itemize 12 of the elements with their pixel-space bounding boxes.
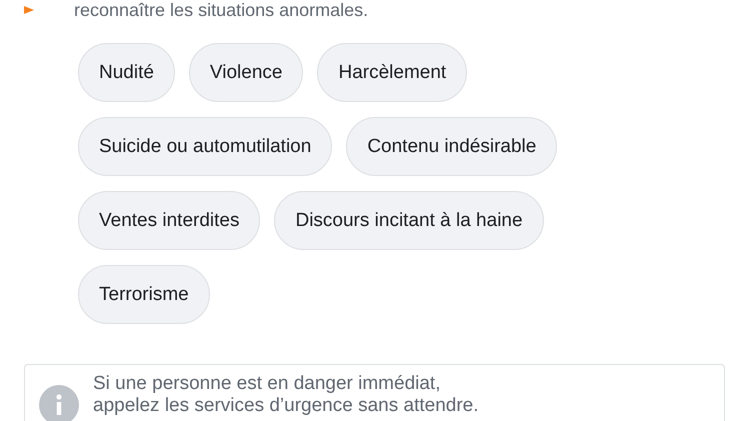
tag-chip[interactable]: Nudité	[78, 43, 175, 102]
tag-chip[interactable]: Discours incitant à la haine	[274, 191, 544, 250]
chevron-icon	[24, 6, 36, 14]
notice-text: appelez les services d’urgence sans attendre.	[93, 395, 479, 417]
tag-chip[interactable]: Ventes interdites	[78, 191, 260, 250]
intro-text: reconnaître les situations anormales.	[74, 0, 368, 20]
tag-chip[interactable]: Harcèlement	[317, 43, 468, 102]
notice-text: Si une personne est en danger immédiat,	[93, 373, 442, 395]
tag-chip[interactable]: Suicide ou automutilation	[78, 117, 332, 176]
tag-chip[interactable]: Terrorisme	[78, 265, 210, 324]
tag-chip[interactable]: Contenu indésirable	[346, 117, 558, 176]
tag-chip[interactable]: Violence	[188, 43, 304, 102]
